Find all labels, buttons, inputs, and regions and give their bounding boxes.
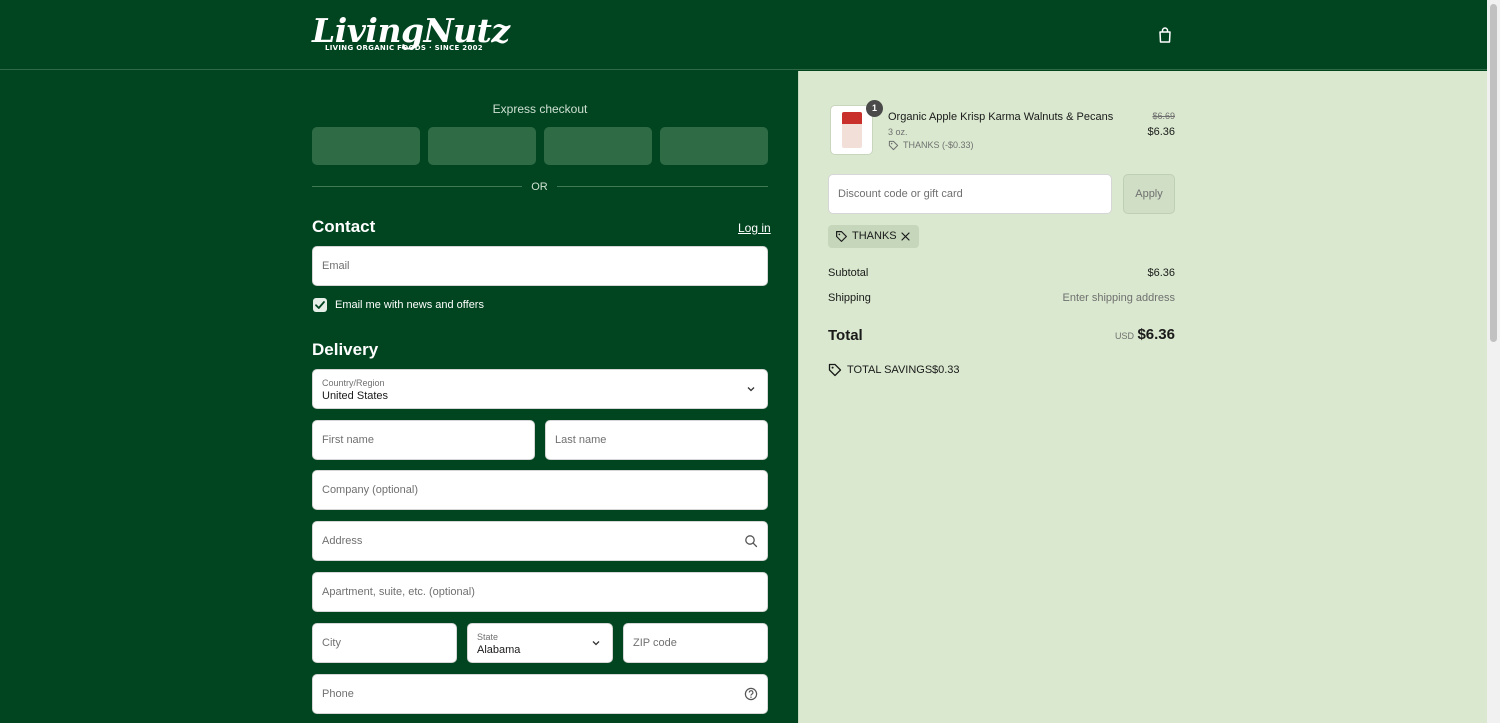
shipping-value: Enter shipping address (1062, 292, 1175, 304)
brand-name: LivingNutz (312, 11, 510, 50)
address-field[interactable]: Address (312, 521, 768, 561)
state-label: State (477, 632, 499, 642)
total-value: $6.36 (1137, 326, 1175, 343)
page-scrollbar[interactable] (1487, 0, 1500, 723)
email-field[interactable]: Email (312, 246, 768, 286)
newsletter-label: Email me with news and offers (335, 299, 484, 311)
last-name-field[interactable]: Last name (545, 420, 768, 460)
tag-icon (888, 140, 899, 151)
discount-placeholder: Discount code or gift card (838, 188, 963, 200)
apartment-field[interactable]: Apartment, suite, etc. (optional) (312, 572, 768, 612)
quantity-badge: 1 (866, 100, 883, 117)
product-price: $6.36 (1147, 126, 1175, 138)
brand-logo[interactable]: LivingNutz LIVING ORGANIC FOODS · SINCE … (312, 14, 548, 56)
scrollbar-thumb[interactable] (1490, 4, 1497, 342)
first-name-placeholder: First name (322, 434, 374, 446)
express-pay-button-3[interactable] (544, 127, 652, 165)
site-header: LivingNutz LIVING ORGANIC FOODS · SINCE … (0, 0, 1487, 70)
applied-discount-code: THANKS (852, 230, 897, 242)
divider-left (312, 186, 522, 187)
last-name-placeholder: Last name (555, 434, 607, 446)
apply-discount-button[interactable]: Apply (1123, 174, 1175, 214)
first-name-field[interactable]: First name (312, 420, 535, 460)
divider-right (557, 186, 768, 187)
remove-discount-icon[interactable] (900, 231, 911, 242)
login-link[interactable]: Log in (738, 221, 771, 235)
express-pay-button-1[interactable] (312, 127, 420, 165)
address-placeholder: Address (322, 535, 363, 547)
newsletter-checkbox[interactable] (313, 298, 327, 312)
state-value: Alabama (477, 644, 521, 656)
express-pay-button-2[interactable] (428, 127, 536, 165)
chevron-down-icon (592, 641, 600, 646)
city-field[interactable]: City (312, 623, 457, 663)
applied-discount-chip: THANKS (828, 225, 919, 248)
product-package-label (842, 112, 862, 124)
search-icon (745, 535, 758, 548)
delivery-heading: Delivery (312, 340, 379, 359)
country-label: Country/Region (322, 378, 385, 388)
discount-code-field[interactable]: Discount code or gift card (828, 174, 1112, 214)
total-currency: USD (1115, 331, 1135, 341)
phone-field[interactable]: Phone (312, 674, 768, 714)
product-original-price: $6.69 (1152, 111, 1175, 121)
state-select[interactable]: State Alabama (467, 623, 613, 663)
subtotal-label: Subtotal (828, 267, 869, 279)
total-label: Total (828, 327, 863, 344)
product-name: Organic Apple Krisp Karma Walnuts & Peca… (888, 111, 1114, 123)
help-icon[interactable] (744, 687, 758, 701)
total-savings-value: $0.33 (932, 364, 960, 376)
cart-icon[interactable] (1155, 25, 1175, 45)
tag-icon (828, 363, 842, 377)
or-divider-text: OR (531, 181, 548, 193)
order-summary-panel (798, 71, 1487, 723)
country-select[interactable]: Country/Region United States (312, 369, 768, 409)
city-placeholder: City (322, 637, 341, 649)
product-discount-text: THANKS (-$0.33) (903, 140, 974, 150)
brand-tagline: LIVING ORGANIC FOODS · SINCE 2002 (325, 44, 483, 52)
chevron-down-icon (747, 387, 755, 392)
company-placeholder: Company (optional) (322, 484, 418, 496)
product-discount: THANKS (-$0.33) (888, 140, 974, 151)
subtotal-value: $6.36 (1147, 267, 1175, 279)
tag-icon (836, 231, 847, 242)
checkmark-icon (315, 301, 325, 309)
apartment-placeholder: Apartment, suite, etc. (optional) (322, 586, 475, 598)
phone-placeholder: Phone (322, 688, 354, 700)
express-pay-button-4[interactable] (660, 127, 768, 165)
zip-field[interactable]: ZIP code (623, 623, 768, 663)
product-variant: 3 oz. (888, 127, 908, 137)
company-field[interactable]: Company (optional) (312, 470, 768, 510)
express-checkout-title: Express checkout (492, 102, 588, 116)
contact-heading: Contact (312, 217, 376, 236)
email-placeholder: Email (322, 260, 350, 272)
total-savings-label: TOTAL SAVINGS (847, 364, 933, 376)
country-value: United States (322, 390, 389, 402)
shipping-label: Shipping (828, 292, 871, 304)
zip-placeholder: ZIP code (633, 637, 677, 649)
